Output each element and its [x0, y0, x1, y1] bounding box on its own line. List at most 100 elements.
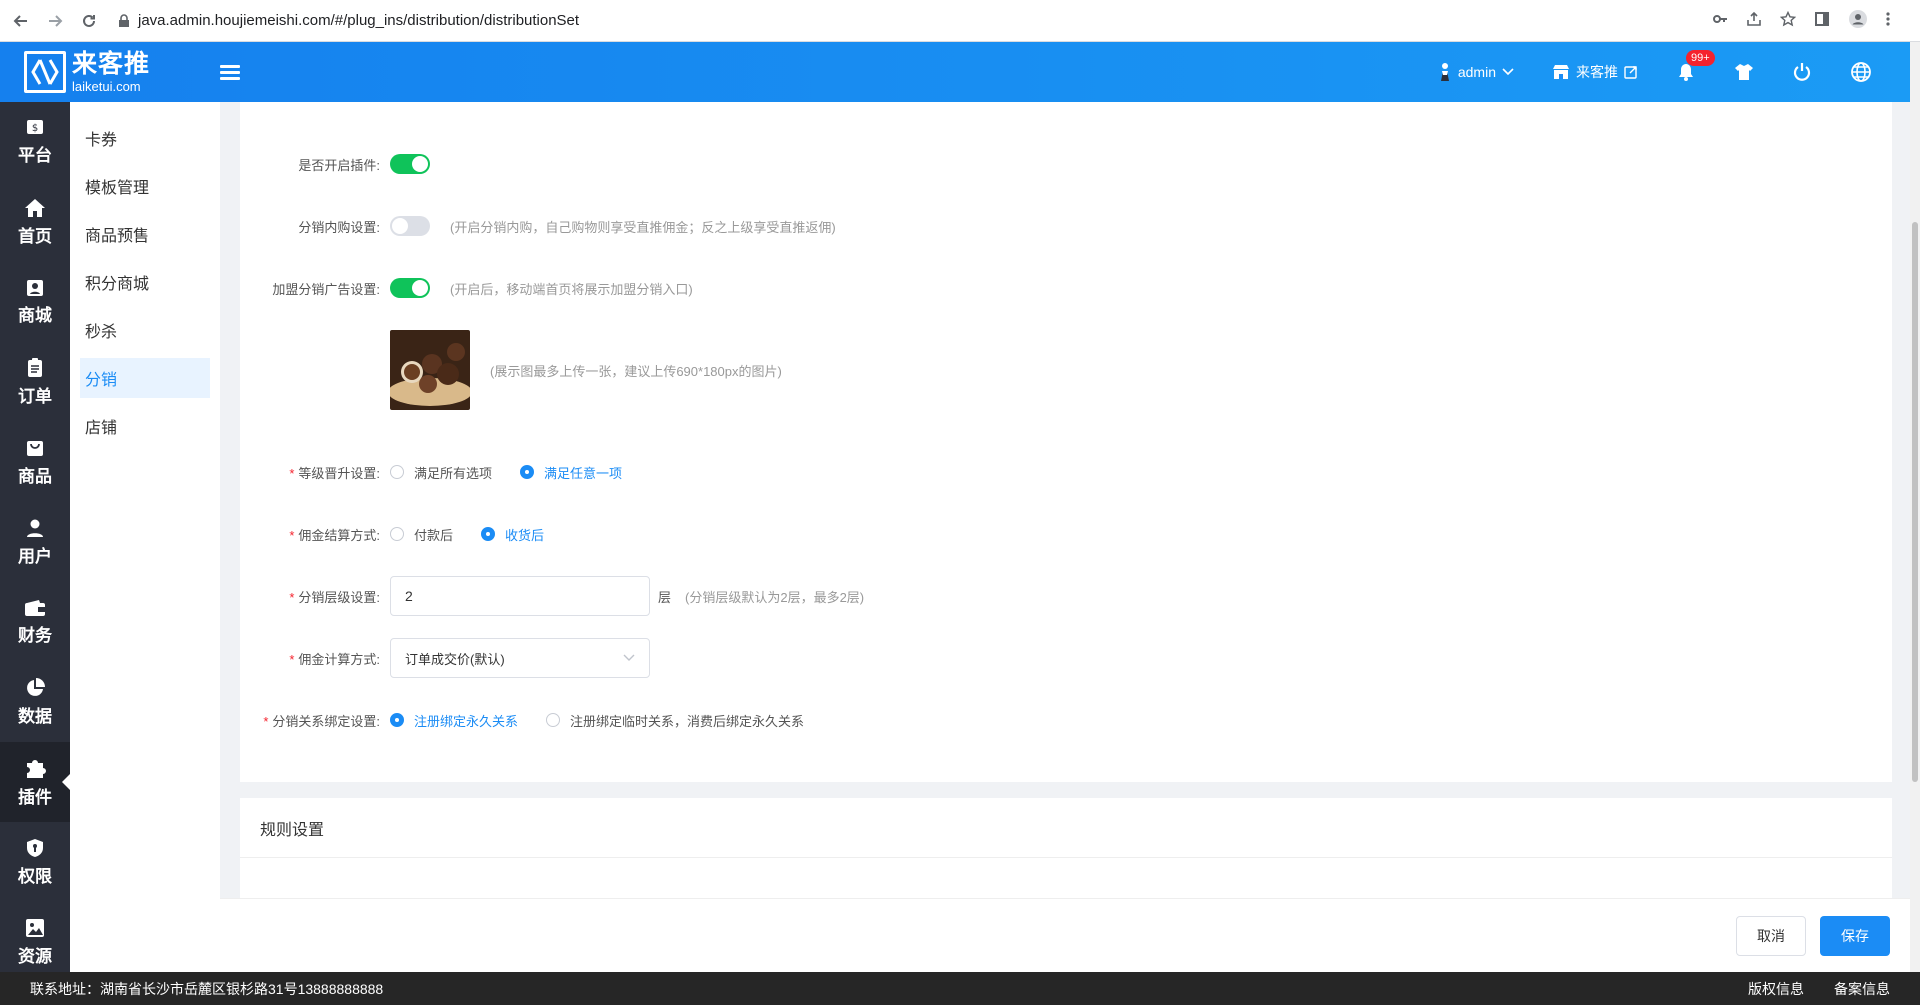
main-sidebar: $ 平台 首页 商城 订单 商品 用户 财务 数据 插件 权限 资源 [0, 102, 70, 972]
external-link-icon [1624, 66, 1637, 79]
form-row-level-upgrade: * 等级晋升设置: 满足所有选项 满足任意一项 [240, 452, 650, 492]
sidebar-label: 商品 [18, 466, 52, 486]
subnav-item-points-mall[interactable]: 积分商城 [80, 262, 210, 302]
ad-image-hint: (展示图最多上传一张，建议上传690*180px的图片) [490, 363, 782, 379]
field-label: * 佣金计算方式: [289, 651, 380, 667]
key-icon[interactable] [1712, 11, 1728, 30]
logo[interactable]: 来客推 laiketui.com [24, 51, 184, 93]
level-upgrade-option-all[interactable]: 满足所有选项 [390, 463, 492, 482]
forward-icon[interactable] [42, 8, 68, 34]
user-name: admin [1457, 64, 1496, 80]
puzzle-icon [27, 759, 46, 778]
subnav-item-template[interactable]: 模板管理 [80, 166, 210, 206]
subnav-item-coupon[interactable]: 卡券 [80, 118, 210, 158]
sidebar-item-data[interactable]: 数据 [0, 662, 70, 742]
subnav-item-shop[interactable]: 店铺 [80, 406, 210, 446]
settle-option-after-payment[interactable]: 付款后 [390, 525, 453, 544]
sidebar-item-mall[interactable]: 商城 [0, 262, 70, 342]
form-row-binding: * 分销关系绑定设置: 注册绑定永久关系 注册绑定临时关系，消费后绑定永久关系 [240, 700, 832, 740]
svg-text:$: $ [32, 123, 38, 134]
commission-calc-value: 订单成交价(默认) [405, 651, 505, 667]
main-content: 是否开启插件: 分销内购设置: (开启分销内购，自己购物则享受直推佣金；反之上级… [240, 102, 1892, 782]
sidebar-item-resource[interactable]: 资源 [0, 902, 70, 982]
sidepanel-icon[interactable] [1814, 11, 1830, 30]
copyright-link[interactable]: 版权信息 [1748, 979, 1804, 999]
distribution-settings-card: 是否开启插件: 分销内购设置: (开启分销内购，自己购物则享受直推佣金；反之上级… [240, 102, 1892, 782]
page-scrollbar[interactable] [1910, 42, 1920, 972]
subnav-item-presale[interactable]: 商品预售 [80, 214, 210, 254]
notification-button[interactable]: 99+ [1676, 50, 1715, 82]
record-link[interactable]: 备案信息 [1834, 979, 1890, 999]
site-footer: 联系地址：湖南省长沙市岳麓区银杉路31号13888888888 版权信息 备案信… [0, 972, 1920, 1005]
join-ad-hint: (开启后，移动端首页将展示加盟分销入口) [450, 281, 693, 297]
sidebar-label: 平台 [18, 145, 52, 165]
form-row-join-ad: 加盟分销广告设置: (开启后，移动端首页将展示加盟分销入口) [240, 268, 693, 308]
sidebar-item-home[interactable]: 首页 [0, 182, 70, 262]
sidebar-label: 权限 [18, 866, 52, 886]
level-upgrade-option-any[interactable]: 满足任意一项 [520, 463, 622, 482]
field-label: * 分销关系绑定设置: [263, 713, 380, 729]
logo-subtitle: laiketui.com [72, 78, 141, 94]
sidebar-label: 财务 [18, 625, 52, 645]
sidebar-item-order[interactable]: 订单 [0, 342, 70, 422]
sidebar-label: 首页 [18, 226, 52, 246]
share-icon[interactable] [1746, 11, 1762, 30]
cancel-button[interactable]: 取消 [1736, 915, 1806, 956]
reload-icon[interactable] [76, 8, 102, 34]
save-button[interactable]: 保存 [1820, 915, 1890, 956]
user-menu[interactable]: admin [1438, 62, 1514, 82]
dollar-icon: $ [27, 119, 43, 134]
form-row-internal-buy: 分销内购设置: (开启分销内购，自己购物则享受直推佣金；反之上级享受直推返佣) [240, 206, 836, 246]
profile-icon[interactable] [1848, 9, 1868, 32]
ad-image-thumbnail[interactable] [390, 330, 470, 410]
internal-buy-switch[interactable] [390, 216, 430, 236]
globe-icon [1851, 62, 1871, 82]
scrollbar-thumb[interactable] [1912, 222, 1918, 782]
sidebar-item-user[interactable]: 用户 [0, 502, 70, 582]
address-bar[interactable]: java.admin.houjiemeishi.com/#/plug_ins/d… [118, 12, 1712, 29]
subnav-item-distribution[interactable]: 分销 [80, 358, 210, 398]
pie-chart-icon [27, 677, 45, 696]
form-row-commission-settle: * 佣金结算方式: 付款后 收货后 [240, 514, 572, 554]
star-icon[interactable] [1779, 10, 1797, 30]
form-row-dist-levels: * 分销层级设置: 2 层 (分销层级默认为2层，最多2层) [240, 576, 864, 616]
image-icon [26, 918, 44, 937]
sidebar-item-permission[interactable]: 权限 [0, 822, 70, 902]
dist-levels-input[interactable]: 2 [390, 576, 650, 616]
back-icon[interactable] [8, 8, 34, 34]
store-icon [27, 279, 43, 296]
language-button[interactable] [1850, 61, 1872, 83]
field-label: * 分销层级设置: [289, 589, 380, 605]
power-icon [1793, 63, 1811, 81]
logout-button[interactable] [1792, 62, 1812, 82]
sidebar-item-finance[interactable]: 财务 [0, 582, 70, 662]
join-ad-switch[interactable] [390, 278, 430, 298]
form-row-plugin-enable: 是否开启插件: [240, 144, 430, 184]
chevron-down-icon [623, 654, 635, 661]
shirt-icon [1735, 64, 1753, 80]
subnav-item-seckill[interactable]: 秒杀 [80, 310, 210, 350]
sidebar-label: 数据 [18, 706, 52, 726]
skin-button[interactable] [1734, 62, 1754, 82]
sidebar-item-plugin[interactable]: 插件 [0, 742, 70, 822]
sidebar-label: 用户 [18, 546, 52, 566]
user-avatar-icon [1440, 63, 1449, 81]
lock-icon [119, 13, 129, 27]
menu-toggle-icon[interactable] [220, 62, 240, 83]
order-icon [28, 357, 42, 377]
logo-mark-icon [24, 51, 66, 93]
more-icon[interactable] [1886, 11, 1890, 30]
plugin-enable-switch[interactable] [390, 154, 430, 174]
sidebar-item-goods[interactable]: 商品 [0, 422, 70, 502]
settle-option-after-receipt[interactable]: 收货后 [481, 525, 544, 544]
store-link[interactable]: 来客推 [1552, 62, 1638, 82]
app-header: 来客推 laiketui.com admin 来客推 99+ [0, 42, 1910, 102]
logo-title: 来客推 [72, 49, 151, 78]
sidebar-item-platform[interactable]: $ 平台 [0, 102, 70, 182]
store-name: 来客推 [1576, 64, 1618, 80]
shield-icon [27, 838, 43, 857]
commission-calc-select[interactable]: 订单成交价(默认) [390, 638, 650, 678]
binding-option-temporary[interactable]: 注册绑定临时关系，消费后绑定永久关系 [546, 711, 804, 730]
binding-option-permanent[interactable]: 注册绑定永久关系 [390, 711, 518, 730]
rules-title: 规则设置 [240, 798, 1892, 858]
